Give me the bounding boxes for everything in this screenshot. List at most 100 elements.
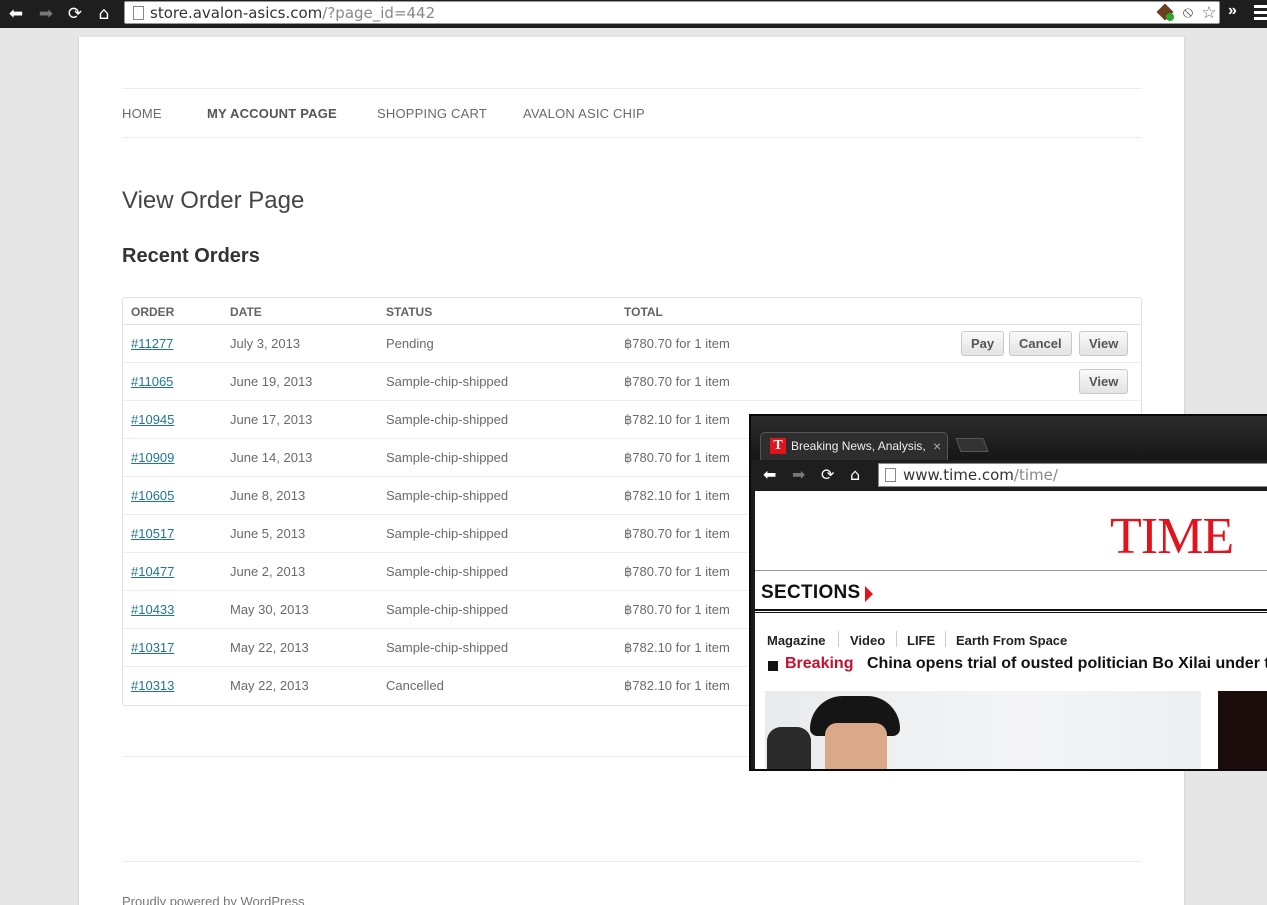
nav-item-shopping-cart[interactable]: SHOPPING CART [377,106,487,121]
order-date: May 30, 2013 [230,602,309,617]
order-number-link[interactable]: #10477 [131,564,174,579]
link-video[interactable]: Video [850,633,885,648]
news-photo-secondary[interactable] [1218,691,1267,769]
order-date: July 3, 2013 [230,336,301,351]
order-status: Sample-chip-shipped [386,640,509,655]
cancel-button[interactable]: Cancel [1009,331,1072,356]
order-number-link[interactable]: #10945 [131,412,174,427]
link-separator [838,631,839,647]
url-host: store.avalon-asics.com [150,4,323,22]
footer-credit-link[interactable]: Proudly powered by WordPress [122,894,305,905]
order-date: June 2, 2013 [230,564,306,579]
tab-strip: T Breaking News, Analysis, P × [751,416,1267,460]
time-browser-window[interactable]: T Breaking News, Analysis, P × ⬅ ➡ ⟳ ⌂ w… [749,414,1267,771]
tab-time[interactable]: T Breaking News, Analysis, P × [760,432,948,460]
order-date: June 5, 2013 [230,526,306,541]
home-icon[interactable]: ⌂ [850,464,860,486]
order-number-link[interactable]: #10313 [131,678,174,693]
order-number-link[interactable]: #11065 [131,374,173,389]
column-header-date: DATE [230,305,262,319]
order-status: Sample-chip-shipped [386,602,509,617]
order-number-link[interactable]: #10433 [131,602,174,617]
breaking-label: Breaking [785,655,854,672]
order-total: ฿782.10 for 1 item [624,412,730,427]
address-bar[interactable]: store.avalon-asics.com/?page_id=442 ⦸ ☆ [124,1,1220,24]
link-earth-from-space[interactable]: Earth From Space [956,633,1067,648]
sections-divider [755,609,1267,613]
nav-item-my-account[interactable]: MY ACCOUNT PAGE [207,106,337,121]
url-host: www.time.com [903,466,1014,484]
order-total: ฿782.10 for 1 item [624,640,730,655]
nav-item-avalon-asic-chip[interactable]: AVALON ASIC CHIP [523,106,645,121]
link-magazine[interactable]: Magazine [767,633,826,648]
sections-arrow-icon[interactable] [865,586,873,602]
orders-table-header: ORDER DATE STATUS TOTAL [123,298,1141,325]
breaking-headline-link[interactable]: China opens trial of ousted politician B… [867,655,1267,673]
order-number-link[interactable]: #10517 [131,526,174,541]
order-status: Cancelled [386,678,444,693]
order-status: Pending [386,336,434,351]
table-row: #11065 June 19, 2013 Sample-chip-shipped… [123,363,1141,401]
new-tab-button[interactable] [955,438,989,452]
news-photo-face [825,723,887,769]
order-number-link[interactable]: #10909 [131,450,174,465]
reload-icon[interactable]: ⟳ [821,464,834,486]
order-status: Sample-chip-shipped [386,374,509,389]
order-status: Sample-chip-shipped [386,564,509,579]
page-icon [885,468,896,482]
order-number-link[interactable]: #11277 [131,336,173,351]
back-icon[interactable]: ⬅ [763,464,776,486]
order-date: May 22, 2013 [230,640,309,655]
breaking-bullet-icon [768,661,778,671]
order-status: Sample-chip-shipped [386,450,509,465]
order-date: June 14, 2013 [230,450,313,465]
order-date: May 22, 2013 [230,678,309,693]
url-path: /?page_id=442 [322,4,436,22]
sections-menu-label[interactable]: SECTIONS [761,582,861,604]
header-divider [755,570,1267,571]
bookmark-star-icon[interactable]: ☆ [1200,4,1218,22]
tab-close-icon[interactable]: × [933,438,941,454]
order-number-link[interactable]: #10317 [131,640,174,655]
avalon-extension-icon[interactable] [1157,4,1175,22]
order-number-link[interactable]: #10605 [131,488,174,503]
footer-divider [122,861,1142,862]
forward-icon[interactable]: ➡ [35,3,57,25]
link-separator [896,631,897,647]
more-extensions-icon[interactable]: » [1228,2,1237,20]
time-browser-toolbar: ⬅ ➡ ⟳ ⌂ www.time.com/time/ [751,460,1267,490]
table-row: #11277 July 3, 2013 Pending ฿780.70 for … [123,325,1141,363]
main-navigation: HOME MY ACCOUNT PAGE SHOPPING CART AVALO… [122,88,1142,138]
pay-button[interactable]: Pay [961,331,1005,356]
link-life[interactable]: LIFE [907,633,935,648]
nav-item-home[interactable]: HOME [122,106,162,121]
time-page-content: TIME SECTIONS Magazine Video LIFE Earth … [755,491,1267,769]
order-status: Sample-chip-shipped [386,526,509,541]
view-button[interactable]: View [1079,369,1129,394]
url-path: /time/ [1013,466,1058,484]
order-status: Sample-chip-shipped [386,412,509,427]
tab-title: Breaking News, Analysis, P [791,439,929,453]
forward-icon[interactable]: ➡ [792,464,805,486]
column-header-total: TOTAL [624,305,663,319]
reload-icon[interactable]: ⟳ [64,3,86,25]
chrome-menu-icon[interactable] [1254,5,1267,21]
recent-orders-heading: Recent Orders [122,245,260,267]
order-total: ฿780.70 for 1 item [624,564,730,579]
back-icon[interactable]: ⬅ [5,3,27,25]
column-header-order: ORDER [131,305,175,319]
view-button[interactable]: View [1079,331,1129,356]
address-bar[interactable]: www.time.com/time/ [878,463,1267,487]
order-total: ฿780.70 for 1 item [624,526,730,541]
browser-toolbar: ⬅ ➡ ⟳ ⌂ store.avalon-asics.com/?page_id=… [0,0,1267,28]
sync-extension-icon[interactable]: ⦸ [1179,4,1197,22]
column-header-status: STATUS [386,305,433,319]
time-favicon-icon: T [770,438,786,454]
time-logo[interactable]: TIME [1110,507,1234,566]
order-total: ฿780.70 for 1 item [624,336,730,351]
home-icon[interactable]: ⌂ [93,3,115,25]
address-url: www.time.com/time/ [903,466,1058,484]
order-total: ฿780.70 for 1 item [624,374,730,389]
page-icon [133,6,144,20]
order-date: June 17, 2013 [230,412,313,427]
